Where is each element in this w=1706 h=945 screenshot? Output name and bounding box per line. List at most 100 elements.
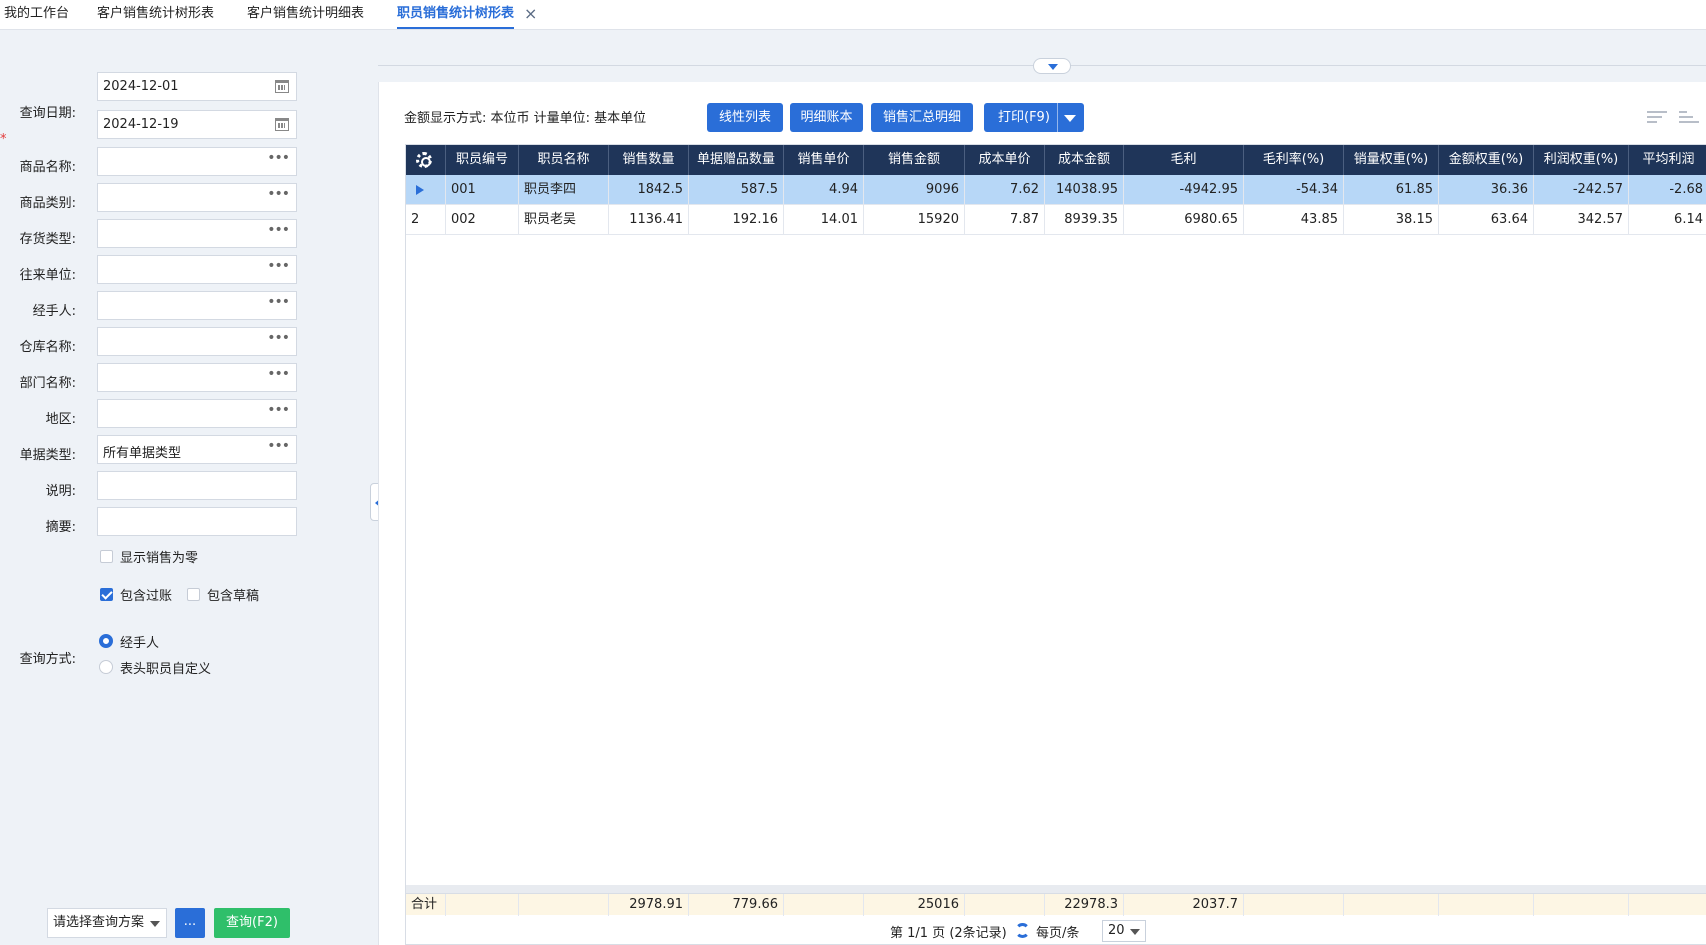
method-radio-custom[interactable] (99, 660, 113, 674)
column-header[interactable]: 单据赠品数量 (689, 145, 784, 175)
column-header[interactable]: 成本金额 (1045, 145, 1124, 175)
stock-type-input[interactable]: ••• (97, 219, 297, 248)
table-row[interactable]: 001 职员李四 1842.5 587.5 4.94 9096 7.62 140… (406, 175, 1706, 205)
per-page-select[interactable]: 20 (1102, 920, 1146, 942)
method-option-handler: 经手人 (120, 636, 160, 651)
row-index: 2 (406, 205, 446, 235)
sort-descending-icon[interactable] (1679, 109, 1701, 127)
table-cell: 002 (446, 205, 519, 235)
table-cell: 职员李四 (519, 175, 609, 205)
table-cell: 8939.35 (1045, 205, 1124, 235)
product-name-input[interactable]: ••• (97, 147, 297, 176)
query-button[interactable]: 查询(F2) (214, 908, 290, 938)
tab-workbench[interactable]: 我的工作台 (4, 5, 69, 29)
column-header[interactable]: 利润权重(%) (1534, 145, 1629, 175)
more-icon[interactable]: ••• (267, 150, 290, 166)
column-header[interactable]: 销售数量 (609, 145, 689, 175)
date-from-input[interactable]: 2024-12-01 (97, 72, 297, 101)
column-header[interactable]: 毛利率(%) (1244, 145, 1344, 175)
top-collapse-strip (378, 30, 1706, 82)
column-header[interactable]: 销售金额 (864, 145, 965, 175)
page-info: 第 1/1 页 (2条记录) (890, 926, 1007, 941)
column-header[interactable]: 职员名称 (519, 145, 609, 175)
table-cell: 36.36 (1439, 175, 1534, 205)
field-label-doc-type: 单据类型: (19, 448, 76, 463)
sort-ascending-icon[interactable] (1647, 109, 1669, 127)
department-input[interactable]: ••• (97, 363, 297, 392)
column-header[interactable]: 销售单价 (784, 145, 864, 175)
include-draft-label: 包含草稿 (207, 589, 260, 604)
more-plans-button[interactable]: ... (175, 908, 205, 938)
tab-employee-sales-tree[interactable]: 职员销售统计树形表 (397, 5, 515, 29)
column-header[interactable]: 平均利润 (1629, 145, 1706, 175)
footer-cell: 25016 (864, 894, 965, 916)
more-icon[interactable]: ••• (267, 366, 290, 382)
query-date-label: 查询日期: (19, 106, 76, 121)
table-cell: 38.15 (1344, 205, 1439, 235)
doc-type-input[interactable]: 所有单据类型 ••• (97, 435, 297, 464)
include-draft-checkbox[interactable] (187, 588, 200, 601)
tab-customer-sales-detail[interactable]: 客户销售统计明细表 (247, 5, 364, 29)
column-header[interactable]: 毛利 (1124, 145, 1244, 175)
show-zero-checkbox[interactable] (100, 550, 113, 563)
summary-input[interactable] (97, 507, 297, 536)
gear-icon[interactable] (416, 152, 432, 168)
note-input[interactable] (97, 471, 297, 500)
print-button-label: 打印(F9) (998, 110, 1050, 125)
calendar-icon[interactable] (275, 118, 289, 131)
handler-input[interactable]: ••• (97, 291, 297, 320)
more-icon[interactable]: ••• (267, 222, 290, 238)
print-button[interactable]: 打印(F9) (984, 103, 1084, 132)
table-cell: 342.57 (1534, 205, 1629, 235)
table-cell: 职员老吴 (519, 205, 609, 235)
column-header[interactable]: 销量权重(%) (1344, 145, 1439, 175)
more-icon[interactable]: ••• (267, 402, 290, 418)
table-row[interactable]: 2 002 职员老吴 1136.41 192.16 14.01 15920 7.… (406, 205, 1706, 235)
row-selected-arrow-icon (416, 185, 424, 195)
table-cell: 9096 (864, 175, 965, 205)
warehouse-input[interactable]: ••• (97, 327, 297, 356)
date-to-input[interactable]: 2024-12-19 (97, 110, 297, 139)
field-label-product-category: 商品类别: (19, 196, 76, 211)
method-radio-handler[interactable] (99, 634, 113, 648)
calendar-icon[interactable] (275, 80, 289, 93)
query-plan-select[interactable]: 请选择查询方案 (47, 908, 167, 938)
linear-list-button[interactable]: 线性列表 (707, 103, 783, 132)
chevron-down-icon[interactable] (1064, 115, 1076, 122)
table-cell: 6980.65 (1124, 205, 1244, 235)
query-method-label: 查询方式: (19, 652, 76, 667)
query-plan-placeholder: 请选择查询方案 (53, 915, 145, 930)
region-input[interactable]: ••• (97, 399, 297, 428)
table-cell: -242.57 (1534, 175, 1629, 205)
settings-column-header[interactable] (406, 145, 446, 175)
table-cell: 587.5 (689, 175, 784, 205)
horizontal-scrollbar[interactable] (406, 885, 1706, 893)
include-posted-checkbox[interactable] (100, 588, 113, 601)
column-header[interactable]: 金额权重(%) (1439, 145, 1534, 175)
chevron-down-icon (1130, 929, 1140, 935)
more-icon[interactable]: ••• (267, 186, 290, 202)
table-cell: 61.85 (1344, 175, 1439, 205)
tab-customer-sales-tree[interactable]: 客户销售统计树形表 (97, 5, 214, 29)
field-value: 所有单据类型 (103, 446, 182, 461)
more-icon[interactable]: ••• (267, 258, 290, 274)
date-to-value: 2024-12-19 (103, 117, 179, 132)
sales-summary-detail-button[interactable]: 销售汇总明细 (871, 103, 973, 132)
table-cell: 14.01 (784, 205, 864, 235)
table-cell: 192.16 (689, 205, 784, 235)
column-header[interactable]: 成本单价 (965, 145, 1045, 175)
table-cell: 15920 (864, 205, 965, 235)
close-icon[interactable]: × (524, 4, 537, 23)
field-label-stock-type: 存货类型: (19, 232, 76, 247)
more-icon[interactable]: ••• (267, 438, 290, 454)
footer-label: 合计 (406, 894, 446, 916)
partner-input[interactable]: ••• (97, 255, 297, 284)
expand-top-button[interactable] (1033, 58, 1071, 74)
more-icon[interactable]: ••• (267, 330, 290, 346)
product-category-input[interactable]: ••• (97, 183, 297, 212)
column-header[interactable]: 职员编号 (446, 145, 519, 175)
detail-ledger-button[interactable]: 明细账本 (790, 103, 863, 132)
refresh-icon[interactable] (1015, 923, 1030, 938)
more-icon[interactable]: ••• (267, 294, 290, 310)
field-label-region: 地区: (45, 412, 76, 427)
